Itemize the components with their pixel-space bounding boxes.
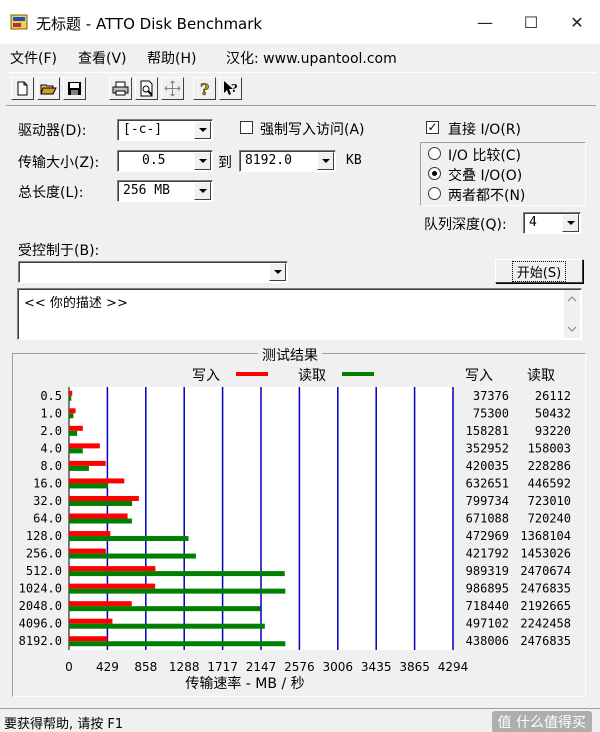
write-bar [69,513,128,519]
write-bar [69,425,83,431]
x-tick-label: 3006 [323,660,354,674]
watermark: 值 什么值得买 [491,711,592,732]
read-value: 2470674 [520,564,571,578]
write-value: 718440 [466,599,509,613]
results-chart: 0 429 858 1288 1717 2147 2576 3006 3435 3865 4294 写… [19,367,571,692]
column-header-write: 写入 [465,368,493,384]
category-label: 128.0 [26,529,62,543]
write-value: 671088 [466,512,509,526]
write-value: 497102 [466,617,509,631]
x-tick-label: 4294 [438,660,469,674]
legend-read-label: 读取 [298,367,326,384]
write-value: 75300 [473,406,509,420]
read-value: 446592 [528,476,571,490]
x-tick-label: 1717 [207,660,238,674]
write-value: 37376 [473,389,509,403]
read-value: 1368104 [520,529,571,543]
x-axis-label: 传输速率 - MB / 秒 [185,675,304,692]
column-header-read: 读取 [527,367,555,384]
write-value: 989319 [466,564,509,578]
read-bar [69,518,132,524]
write-value: 632651 [466,476,509,490]
read-bar [69,571,285,577]
read-bar [69,430,78,436]
category-label: 1.0 [40,406,62,420]
read-bar [69,588,286,594]
read-value: 93220 [535,424,571,438]
read-value: 26112 [535,389,571,403]
write-bar [69,495,139,501]
x-tick-label: 2147 [246,660,277,674]
write-value: 438006 [466,634,509,648]
write-bar [69,548,106,554]
write-bar [69,618,113,624]
read-bar [69,500,133,506]
write-bar [69,408,76,414]
read-value: 1453026 [520,547,571,561]
category-label: 2048.0 [19,599,62,613]
x-tick-label: 3435 [361,660,392,674]
read-bar [69,623,265,629]
x-tick-label: 1288 [169,660,200,674]
x-tick-label: 429 [96,660,119,674]
category-label: 2.0 [40,424,62,438]
write-bar [69,460,106,466]
x-tick-label: 2576 [284,660,315,674]
read-bar [69,448,83,454]
write-bar [69,531,111,537]
category-label: 16.0 [33,476,62,490]
read-bar [69,536,189,542]
write-bar [69,390,73,396]
category-label: 256.0 [26,547,62,561]
category-label: 32.0 [33,494,62,508]
status-bar: 要获得帮助, 请按 F1 值 什么值得买 [0,708,600,732]
legend-write-label: 写入 [192,368,220,384]
category-label: 64.0 [33,512,62,526]
legend-write-swatch [236,372,268,376]
write-bar [69,478,125,484]
read-value: 2476835 [520,634,571,648]
write-value: 158281 [466,424,509,438]
write-value: 421792 [466,547,509,561]
category-label: 1024.0 [19,582,62,596]
write-value: 472969 [466,529,509,543]
read-bar [69,606,261,612]
category-label: 0.5 [40,389,62,403]
write-value: 986895 [466,582,509,596]
read-value: 720240 [528,512,571,526]
status-text: 要获得帮助, 请按 F1 [4,717,124,732]
category-label: 4.0 [40,441,62,455]
read-bar [69,641,286,647]
read-value: 50432 [535,406,571,420]
write-value: 420035 [466,459,509,473]
category-label: 512.0 [26,564,62,578]
category-label: 4096.0 [19,617,62,631]
read-bar [69,553,196,559]
write-bar [69,601,132,607]
write-bar [69,636,108,642]
read-value: 228286 [528,459,571,473]
x-tick-label: 0 [65,660,73,674]
read-value: 723010 [528,494,571,508]
read-value: 2242458 [520,617,571,631]
read-bar [69,395,72,401]
write-bar [69,583,156,589]
write-bar [69,566,156,572]
write-value: 352952 [466,441,509,455]
x-tick-label: 3865 [399,660,430,674]
write-bar [69,443,100,449]
category-label: 8192.0 [19,634,62,648]
write-value: 799734 [466,494,509,508]
read-bar [69,465,89,471]
legend-read-swatch [342,372,374,376]
read-bar [69,483,109,489]
read-value: 158003 [528,441,571,455]
read-value: 2192665 [520,599,571,613]
x-tick-label: 858 [134,660,157,674]
read-value: 2476835 [520,582,571,596]
category-label: 8.0 [40,459,62,473]
read-bar [69,413,74,419]
